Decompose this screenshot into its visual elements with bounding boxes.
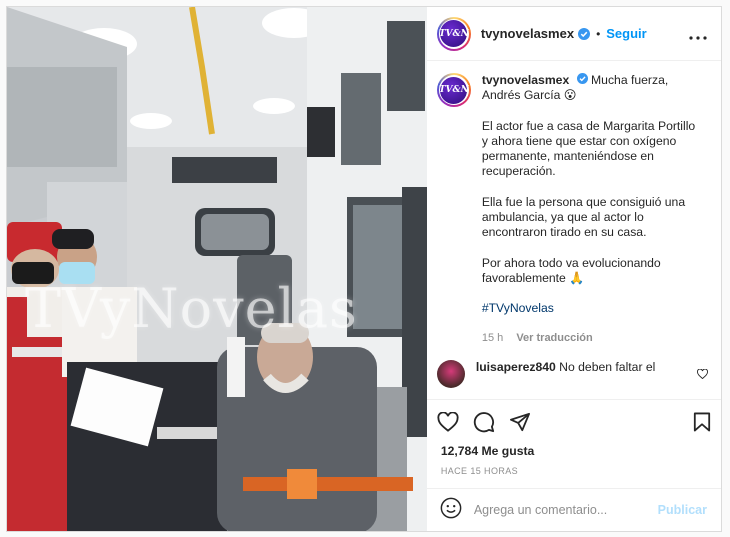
comment-item: luisaperez840 No deben faltar el bbox=[436, 360, 712, 388]
caption-paragraph: El actor fue a casa de Margarita Portill… bbox=[481, 118, 696, 179]
avatar-logo: TV&N bbox=[439, 76, 469, 104]
verified-badge-icon bbox=[578, 27, 591, 40]
actions-panel: 12,784 Me gusta HACE 15 HORAS bbox=[426, 399, 721, 488]
caption: TV&N tvynovelasmex Mucha fuerza, Andrés … bbox=[436, 73, 707, 346]
commenter-username[interactable]: luisaperez840 bbox=[476, 360, 556, 374]
post-timestamp[interactable]: HACE 15 HORAS bbox=[427, 458, 721, 488]
comment-input[interactable] bbox=[473, 503, 658, 517]
comments-area: TV&N tvynovelasmex Mucha fuerza, Andrés … bbox=[427, 61, 721, 399]
caption-username[interactable]: tvynovelasmex bbox=[482, 73, 569, 87]
more-horizontal-icon[interactable] bbox=[689, 25, 707, 43]
publish-button[interactable]: Publicar bbox=[658, 503, 707, 517]
separator-dot: • bbox=[596, 26, 601, 41]
post-sidebar: TV&N tvynovelasmex • Seguir TV&N tvynove… bbox=[426, 7, 721, 531]
caption-paragraph: Ella fue la persona que consiguió una am… bbox=[481, 194, 686, 240]
author-avatar[interactable]: TV&N bbox=[436, 16, 471, 51]
hashtag-link[interactable]: #TVyNovelas bbox=[482, 301, 702, 316]
bookmark-icon[interactable] bbox=[693, 412, 711, 432]
action-bar bbox=[427, 400, 721, 444]
avatar-logo: TV&N bbox=[439, 20, 469, 47]
caption-age: 15 h bbox=[481, 331, 504, 344]
like-count[interactable]: 12,784 Me gusta bbox=[427, 444, 721, 458]
emoji-icon[interactable] bbox=[440, 497, 462, 524]
caption-paragraph: Por ahora todo va evolucionando favorabl… bbox=[481, 255, 661, 285]
author-username[interactable]: tvynovelasmex bbox=[481, 26, 574, 41]
comment-icon[interactable] bbox=[473, 411, 495, 433]
verified-badge-icon bbox=[576, 73, 588, 84]
commenter-avatar[interactable] bbox=[436, 360, 465, 388]
instagram-post: TVyNovelas TV&N tvynovelasmex • Seguir T… bbox=[6, 6, 722, 532]
add-comment-bar: Publicar bbox=[426, 488, 721, 531]
heart-icon[interactable] bbox=[437, 412, 459, 432]
comment-like-heart-icon[interactable] bbox=[696, 366, 708, 384]
ambulance-interior-image bbox=[7, 7, 427, 531]
post-photo[interactable]: TVyNovelas bbox=[7, 7, 427, 531]
share-icon[interactable] bbox=[509, 412, 531, 432]
caption-avatar[interactable]: TV&N bbox=[436, 73, 471, 107]
comment-text: No deben faltar el bbox=[559, 360, 656, 374]
post-header: TV&N tvynovelasmex • Seguir bbox=[426, 7, 721, 61]
follow-button[interactable]: Seguir bbox=[606, 26, 646, 41]
translate-link[interactable]: Ver traducción bbox=[516, 332, 592, 344]
